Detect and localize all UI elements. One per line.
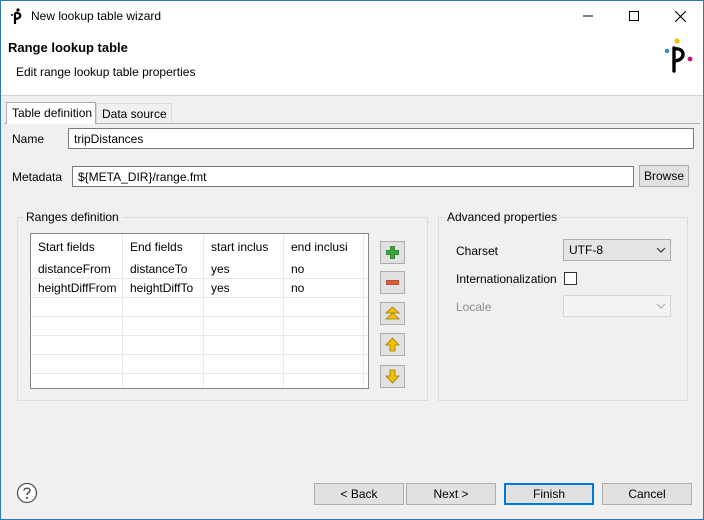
move-up-button[interactable] <box>380 333 405 356</box>
add-row-button[interactable] <box>380 241 405 264</box>
close-button[interactable] <box>657 1 703 31</box>
cancel-button[interactable]: Cancel <box>602 483 692 505</box>
column-header[interactable]: end inclusi <box>284 234 364 260</box>
close-icon <box>674 10 686 22</box>
table-cell[interactable]: yes <box>204 260 284 279</box>
table-cell[interactable]: heightDiffTo <box>123 279 204 298</box>
name-label: Name <box>12 132 45 146</box>
chevron-down-icon <box>656 247 666 253</box>
page-title: Range lookup table <box>8 40 128 55</box>
chevron-down-icon <box>656 303 666 309</box>
table-row[interactable]: heightDiffFrom heightDiffTo yes no <box>31 279 368 298</box>
charset-label: Charset <box>456 244 499 258</box>
table-row-empty <box>31 355 368 374</box>
tab-table-definition[interactable]: Table definition <box>6 102 96 124</box>
advanced-properties-title: Advanced properties <box>444 210 561 224</box>
table-cell[interactable]: heightDiffFrom <box>31 279 123 298</box>
maximize-button[interactable] <box>611 1 657 31</box>
column-header[interactable]: End fields <box>123 234 204 260</box>
metadata-label: Metadata <box>12 170 63 184</box>
column-header[interactable]: Start fields <box>31 234 123 260</box>
minimize-button[interactable] <box>565 1 611 31</box>
charset-select[interactable]: UTF-8 <box>563 239 671 261</box>
locale-select[interactable] <box>563 295 671 317</box>
add-icon <box>386 246 399 259</box>
table-cell[interactable]: yes <box>204 279 284 298</box>
maximize-icon <box>629 11 639 21</box>
remove-row-button[interactable] <box>380 271 405 294</box>
browse-button[interactable]: Browse <box>639 165 689 187</box>
help-icon[interactable] <box>16 482 38 504</box>
table-cell[interactable]: no <box>284 260 364 279</box>
table-cell[interactable]: distanceTo <box>123 260 204 279</box>
wizard-window: New lookup table wizard Range lookup tab… <box>0 0 704 520</box>
metadata-input[interactable]: ${META_DIR}/range.fmt <box>72 166 634 187</box>
table-row-empty <box>31 317 368 336</box>
move-top-button[interactable] <box>380 302 405 325</box>
locale-label: Locale <box>456 300 492 314</box>
remove-icon <box>386 280 399 285</box>
move-up-icon <box>385 337 400 352</box>
table-row-empty <box>31 336 368 355</box>
name-input[interactable]: tripDistances <box>68 128 694 149</box>
window-title: New lookup table wizard <box>31 9 162 23</box>
internationalization-checkbox[interactable] <box>564 272 577 285</box>
title-bar: New lookup table wizard <box>1 1 703 31</box>
wizard-header: Range lookup table Edit range lookup tab… <box>1 31 703 96</box>
internationalization-label: Internationalization <box>456 272 557 286</box>
ranges-definition-title: Ranges definition <box>23 210 122 224</box>
table-cell[interactable]: distanceFrom <box>31 260 123 279</box>
move-top-icon <box>385 306 400 320</box>
finish-button[interactable]: Finish <box>504 483 594 505</box>
minimize-icon <box>583 15 593 17</box>
brand-logo-icon <box>664 38 693 73</box>
page-subtitle: Edit range lookup table properties <box>16 65 196 79</box>
table-row-empty <box>31 298 368 317</box>
column-header[interactable]: start inclus <box>204 234 284 260</box>
app-logo-icon <box>11 8 22 24</box>
table-row[interactable]: distanceFrom distanceTo yes no <box>31 260 368 279</box>
back-button[interactable]: < Back <box>314 483 404 505</box>
move-down-button[interactable] <box>380 365 405 388</box>
tab-data-source[interactable]: Data source <box>96 103 172 124</box>
charset-value: UTF-8 <box>569 243 603 257</box>
table-cell[interactable]: no <box>284 279 364 298</box>
move-down-icon <box>385 369 400 384</box>
next-button[interactable]: Next > <box>406 483 496 505</box>
table-row-empty <box>31 374 368 388</box>
table-header-row: Start fields End fields start inclus end… <box>31 234 368 260</box>
ranges-table[interactable]: Start fields End fields start inclus end… <box>30 233 369 389</box>
